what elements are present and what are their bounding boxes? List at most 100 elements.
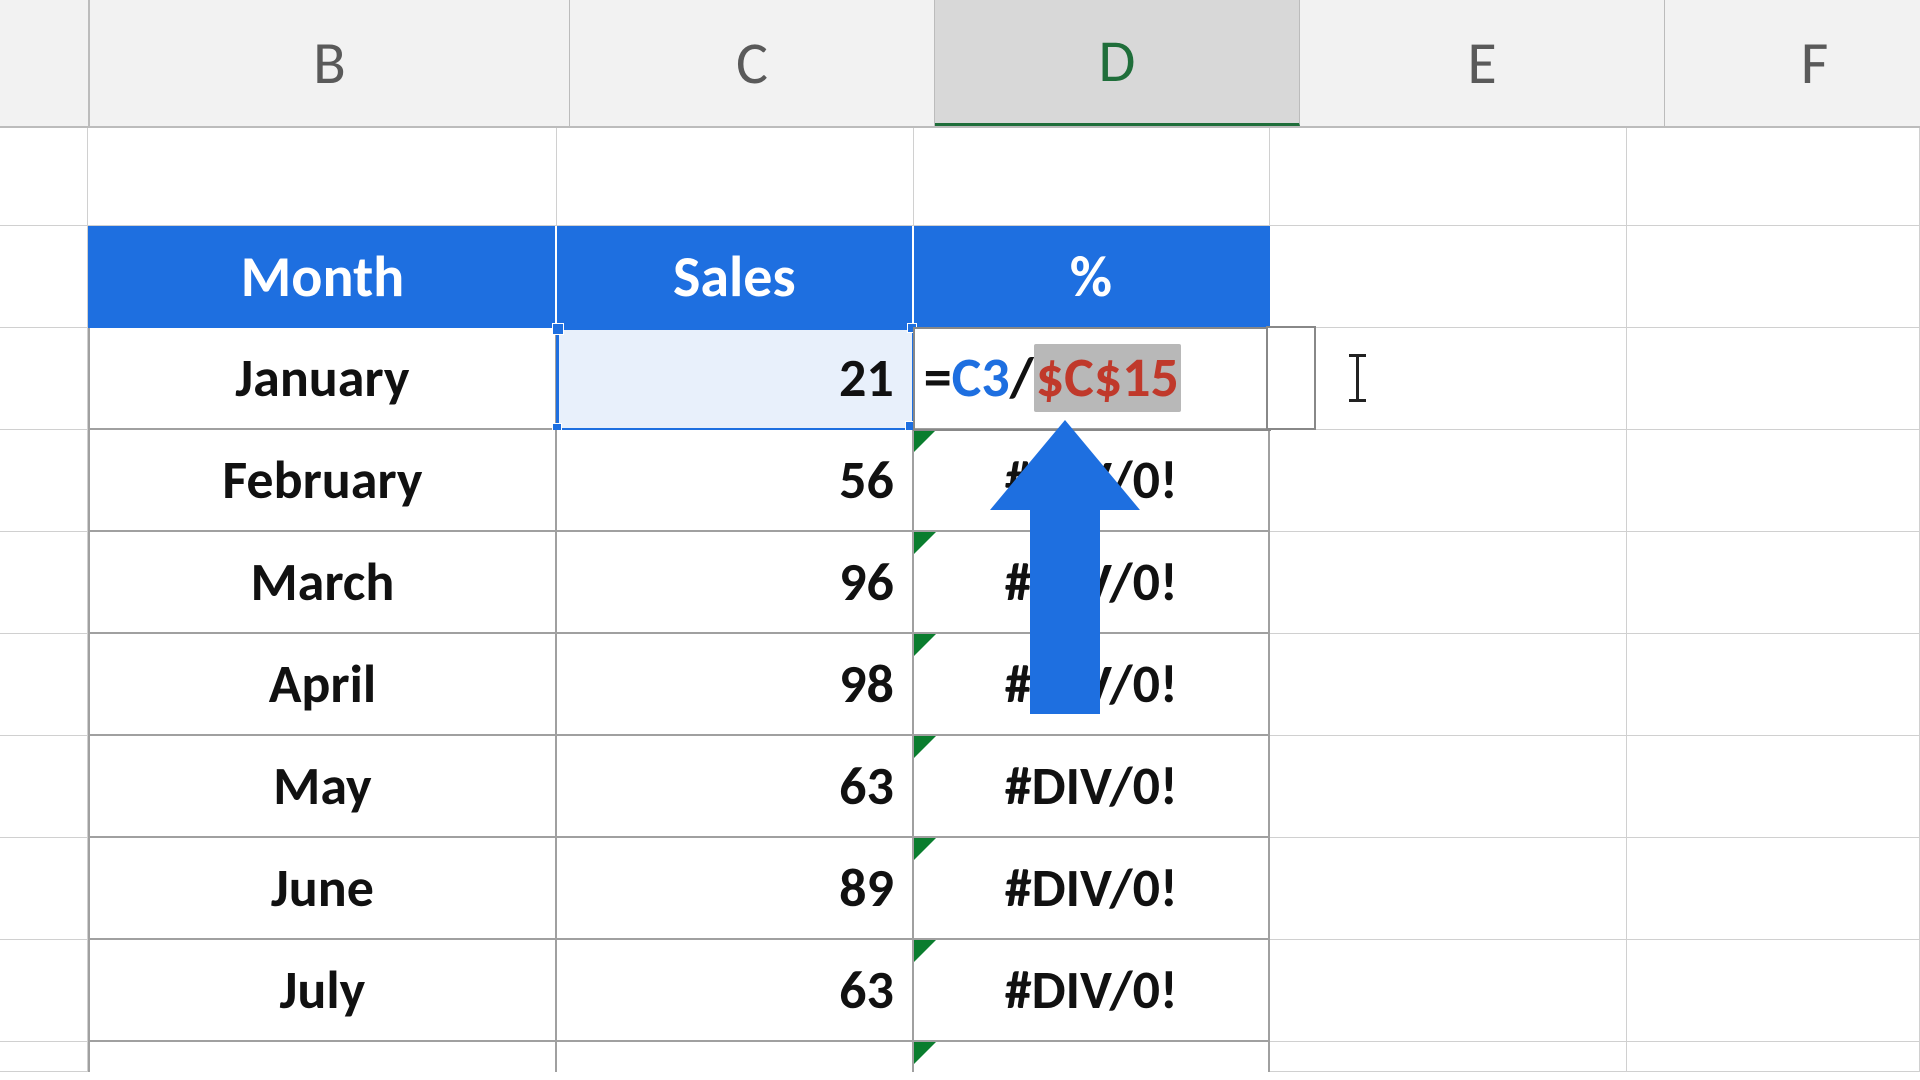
cell-F1[interactable] (1627, 128, 1920, 226)
cell-value: May (273, 753, 371, 819)
cell-sales[interactable]: 63 (557, 736, 914, 838)
cell-A1[interactable] (0, 128, 88, 226)
cell-stub[interactable] (0, 634, 88, 736)
cell-percent-error[interactable]: #DIV/0! (914, 532, 1271, 634)
cell-F2[interactable] (1627, 226, 1920, 328)
cell-blank[interactable] (1270, 634, 1627, 736)
cell-percent-error[interactable]: #DIV/0! (914, 736, 1271, 838)
grid-body: Month Sales % January 21 =C3/$C$15 (0, 128, 1920, 1072)
header-percent[interactable]: % (914, 226, 1271, 328)
cell-value: #DIV/0! (1005, 855, 1178, 921)
cell-blank[interactable] (557, 1042, 914, 1072)
cell-month[interactable]: February (88, 430, 557, 532)
cell-stub[interactable] (0, 940, 88, 1042)
cell-E1[interactable] (1270, 128, 1627, 226)
cell-value: April (269, 651, 376, 717)
cell-month[interactable]: July (88, 940, 557, 1042)
cell-blank[interactable] (1270, 532, 1627, 634)
cell-blank[interactable] (1270, 736, 1627, 838)
cell-A2[interactable] (0, 226, 88, 328)
cell-blank[interactable] (914, 1042, 1271, 1072)
cell-value: 63 (839, 753, 894, 819)
column-header-E[interactable]: E (1300, 0, 1665, 126)
spreadsheet-viewport: B C D E F Month Sales % January (0, 0, 1920, 1080)
column-headers-row: B C D E F (0, 0, 1920, 128)
cell-E2[interactable] (1270, 226, 1627, 328)
column-header-B[interactable]: B (90, 0, 570, 126)
cell-month[interactable]: March (88, 532, 557, 634)
cell-stub[interactable] (0, 736, 88, 838)
column-header-label: E (1467, 27, 1496, 100)
cell-value: #DIV/0! (1005, 957, 1178, 1023)
cell-value: #DIV/0! (1005, 447, 1178, 513)
grid-row (0, 1042, 1920, 1072)
text-cursor-icon (1356, 356, 1359, 400)
table-header-row: Month Sales % (0, 226, 1920, 328)
table-row: March 96 #DIV/0! (0, 532, 1920, 634)
formula-ref-relative: C3 (952, 344, 1010, 412)
column-header-stub[interactable] (0, 0, 90, 126)
cell-blank[interactable] (1270, 430, 1627, 532)
cell-stub[interactable] (0, 532, 88, 634)
cell-blank[interactable] (1270, 1042, 1627, 1072)
cell-value: July (280, 957, 366, 1023)
table-row: July 63 #DIV/0! (0, 940, 1920, 1042)
header-label: Sales (673, 241, 796, 312)
cell-percent-error[interactable]: #DIV/0! (914, 430, 1271, 532)
cell-value: June (271, 855, 374, 921)
column-header-D[interactable]: D (935, 0, 1300, 126)
cell-value: 56 (839, 447, 894, 513)
cell-sales[interactable]: 96 (557, 532, 914, 634)
table-row: May 63 #DIV/0! (0, 736, 1920, 838)
column-header-label: B (313, 27, 346, 100)
cell-blank[interactable] (1627, 736, 1920, 838)
cell-blank[interactable] (1627, 1042, 1920, 1072)
cell-value: #DIV/0! (1005, 549, 1178, 615)
cell-value: 98 (839, 651, 894, 717)
cell-formula-editing[interactable]: =C3/$C$15 (914, 328, 1271, 430)
cell-sales[interactable]: 63 (557, 940, 914, 1042)
cell-value: January (235, 345, 409, 411)
cell-value: 96 (839, 549, 894, 615)
cell-D1[interactable] (914, 128, 1271, 226)
cell-value: #DIV/0! (1005, 753, 1178, 819)
cell-sales[interactable]: 98 (557, 634, 914, 736)
cell-value: 21 (839, 345, 894, 411)
cell-blank[interactable] (1270, 838, 1627, 940)
cell-sales[interactable]: 56 (557, 430, 914, 532)
column-header-label: F (1801, 27, 1829, 100)
cell-blank[interactable] (1627, 940, 1920, 1042)
cell-stub[interactable] (0, 1042, 88, 1072)
cell-sales[interactable]: 89 (557, 838, 914, 940)
cell-sales-referenced[interactable]: 21 (557, 328, 914, 430)
cell-C1[interactable] (557, 128, 914, 226)
cell-percent-error[interactable]: #DIV/0! (914, 838, 1271, 940)
cell-blank[interactable] (1270, 940, 1627, 1042)
cell-B1[interactable] (88, 128, 557, 226)
cell-stub[interactable] (0, 430, 88, 532)
cell-percent-error[interactable]: #DIV/0! (914, 634, 1271, 736)
cell-blank[interactable] (1627, 532, 1920, 634)
cell-blank[interactable] (88, 1042, 557, 1072)
cell-month[interactable]: January (88, 328, 557, 430)
cell-percent-error[interactable]: #DIV/0! (914, 940, 1271, 1042)
cell-stub[interactable] (0, 838, 88, 940)
cell-month[interactable]: June (88, 838, 557, 940)
column-header-label: D (1099, 25, 1136, 98)
cell-month[interactable]: May (88, 736, 557, 838)
table-row: June 89 #DIV/0! (0, 838, 1920, 940)
header-sales[interactable]: Sales (557, 226, 914, 328)
column-header-label: C (736, 27, 768, 100)
table-row: February 56 #DIV/0! (0, 430, 1920, 532)
cell-F3[interactable] (1627, 328, 1920, 430)
header-month[interactable]: Month (88, 226, 557, 328)
cell-A3[interactable] (0, 328, 88, 430)
cell-blank[interactable] (1627, 838, 1920, 940)
cell-E3[interactable] (1270, 328, 1627, 430)
table-row: January 21 =C3/$C$15 (0, 328, 1920, 430)
column-header-F[interactable]: F (1665, 0, 1920, 126)
cell-blank[interactable] (1627, 430, 1920, 532)
cell-month[interactable]: April (88, 634, 557, 736)
cell-blank[interactable] (1627, 634, 1920, 736)
column-header-C[interactable]: C (570, 0, 935, 126)
